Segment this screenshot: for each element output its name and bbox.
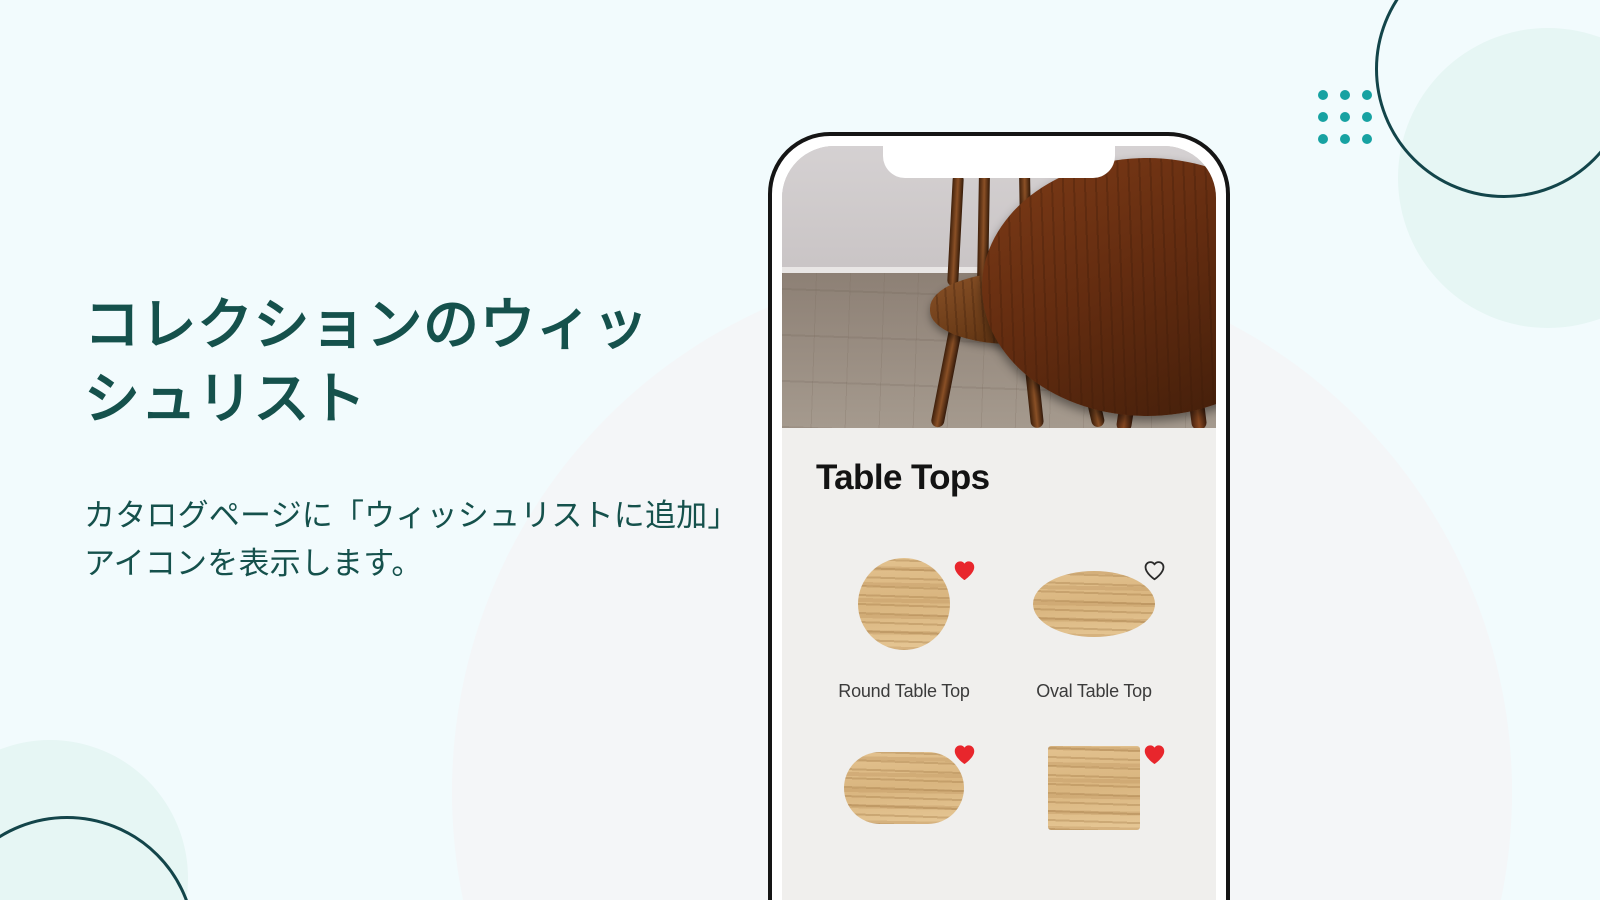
hero-photo (782, 146, 1216, 428)
catalog-section: Table Tops Round Table Top Oval Table To… (782, 428, 1216, 900)
copy-block: コレクションのウィッシュリスト カタログページに「ウィッシュリストに追加」アイコ… (84, 288, 754, 588)
product-card[interactable]: Round Table Top (816, 554, 992, 704)
background-circle-mint-bottom-left (0, 740, 188, 900)
dot-grid-icon (1318, 90, 1372, 144)
product-thumbnail (1006, 554, 1182, 654)
phone-notch (883, 146, 1115, 178)
background-circle-mint-top-right (1398, 28, 1600, 328)
background-circle-outline-top-right (1375, 0, 1600, 198)
product-thumbnail (816, 738, 992, 838)
square-table-top-image (1048, 746, 1140, 831)
product-grid: Round Table Top Oval Table Top (816, 554, 1182, 862)
product-label: Oval Table Top (1036, 681, 1152, 701)
dot (1318, 112, 1328, 122)
phone-mockup: Table Tops Round Table Top Oval Table To… (768, 132, 1230, 900)
heart-outline-icon[interactable] (1142, 558, 1166, 582)
phone-screen: Table Tops Round Table Top Oval Table To… (782, 146, 1216, 900)
page-subtitle: カタログページに「ウィッシュリストに追加」アイコンを表示します。 (84, 497, 739, 581)
round-table-top-image (858, 558, 950, 650)
dot (1340, 90, 1350, 100)
dot (1318, 134, 1328, 144)
oval-table-top-image (1033, 571, 1155, 637)
product-card[interactable] (1006, 738, 1182, 862)
dot (1340, 134, 1350, 144)
product-thumbnail (816, 554, 992, 654)
rounded-table-top-image (844, 752, 964, 825)
background-circle-outline-bottom-left (0, 816, 196, 900)
product-card[interactable]: Oval Table Top (1006, 554, 1182, 704)
dot (1318, 90, 1328, 100)
dot (1340, 112, 1350, 122)
heart-filled-icon[interactable] (952, 742, 976, 766)
dot (1362, 90, 1372, 100)
heart-filled-icon[interactable] (952, 558, 976, 582)
catalog-title: Table Tops (816, 458, 990, 497)
dot (1362, 112, 1372, 122)
product-label: Round Table Top (838, 681, 970, 701)
page-title: コレクションのウィッシュリスト (84, 293, 649, 430)
heart-filled-icon[interactable] (1142, 742, 1166, 766)
dot (1362, 134, 1372, 144)
product-card[interactable] (816, 738, 992, 862)
product-thumbnail (1006, 738, 1182, 838)
